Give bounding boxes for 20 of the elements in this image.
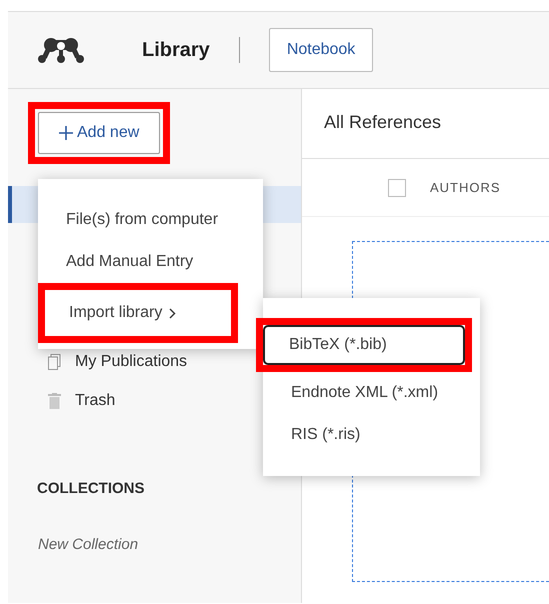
menu-item[interactable]: BibTeX (*.bib) bbox=[263, 325, 465, 365]
column-header[interactable]: AUTHORS bbox=[430, 178, 501, 198]
add-new-button[interactable]: Add new bbox=[38, 112, 160, 154]
menu-item[interactable]: Endnote XML (*.xml) bbox=[263, 372, 480, 414]
documents-icon bbox=[48, 354, 61, 370]
menu-item[interactable]: Import library bbox=[48, 290, 228, 336]
new-collection-link[interactable]: New Collection bbox=[38, 534, 301, 556]
menu-item[interactable]: File(s) from computer bbox=[38, 199, 263, 241]
menu-item[interactable]: RIS (*.ris) bbox=[263, 414, 480, 456]
notebook-tab[interactable]: Notebook bbox=[268, 28, 374, 72]
page-title: Library bbox=[142, 38, 210, 63]
logo-icon bbox=[37, 36, 85, 64]
list-title: All References bbox=[323, 111, 442, 134]
sidebar-item[interactable]: My Publications bbox=[48, 342, 188, 381]
plus-icon bbox=[59, 126, 73, 140]
menu-item[interactable]: Add Manual Entry bbox=[38, 241, 263, 283]
section-heading: COLLECTIONS bbox=[37, 479, 146, 499]
select-all-checkbox[interactable] bbox=[388, 178, 406, 196]
sidebar-item[interactable]: Trash bbox=[48, 381, 116, 420]
trash-icon bbox=[48, 392, 61, 408]
